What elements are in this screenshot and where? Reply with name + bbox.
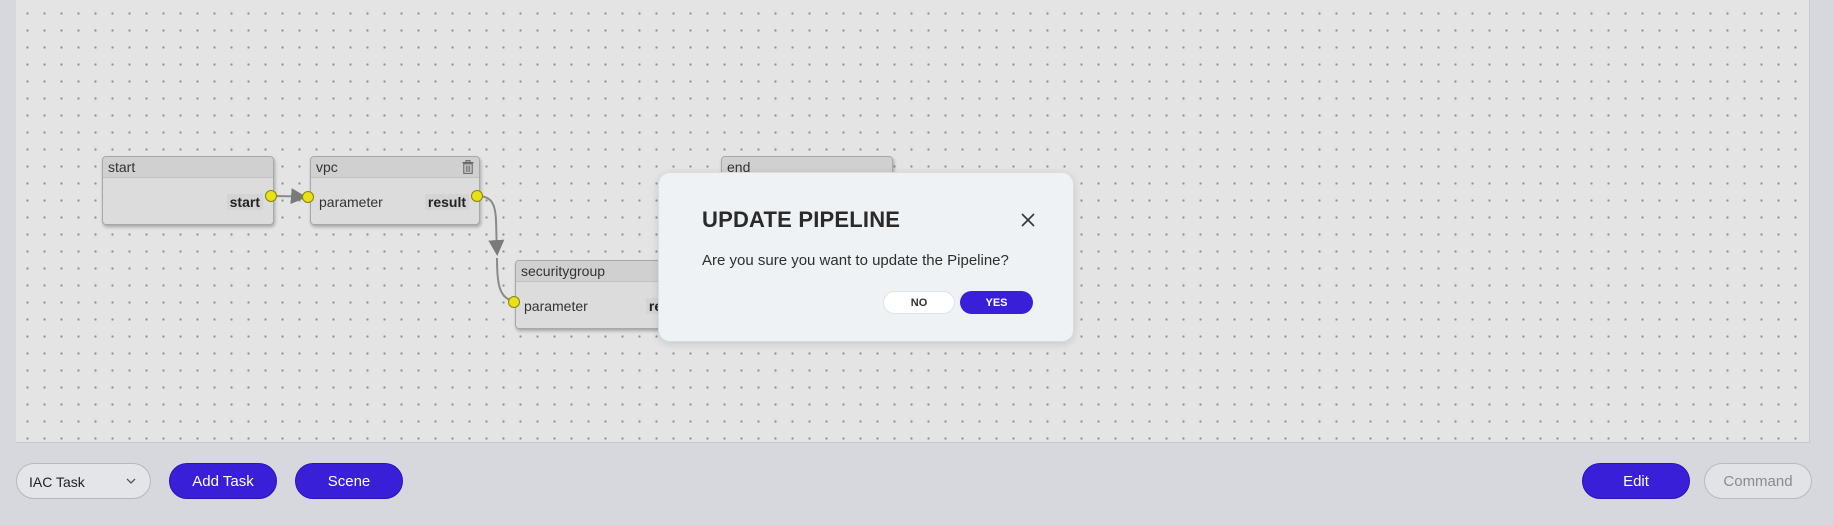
node-title: vpc xyxy=(316,159,338,175)
output-port[interactable] xyxy=(471,190,483,202)
no-button[interactable]: NO xyxy=(883,291,955,314)
input-port[interactable] xyxy=(508,296,520,308)
yes-button[interactable]: YES xyxy=(960,291,1033,314)
task-type-select[interactable]: IAC Task xyxy=(16,463,151,499)
input-port-label: parameter xyxy=(524,298,588,314)
output-port-label: result xyxy=(424,194,469,210)
dialog-message: Are you sure you want to update the Pipe… xyxy=(702,252,1009,269)
output-port-label: start xyxy=(226,194,263,210)
node-vpc[interactable]: vpc parameter result xyxy=(310,156,480,225)
task-type-value: IAC Task xyxy=(29,474,85,490)
chevron-down-icon xyxy=(126,478,136,484)
node-start[interactable]: start start xyxy=(102,156,274,225)
edit-button[interactable]: Edit xyxy=(1582,463,1690,499)
input-port-label: parameter xyxy=(319,194,383,210)
scene-button[interactable]: Scene xyxy=(295,463,403,499)
dialog-title: UPDATE PIPELINE xyxy=(702,207,901,232)
add-task-button[interactable]: Add Task xyxy=(169,463,277,499)
update-pipeline-dialog: UPDATE PIPELINE Are you sure you want to… xyxy=(658,172,1074,342)
node-title: start xyxy=(103,157,273,178)
input-port[interactable] xyxy=(302,191,314,203)
trash-icon[interactable] xyxy=(462,160,474,174)
close-icon[interactable] xyxy=(1020,212,1036,228)
command-button[interactable]: Command xyxy=(1704,463,1812,499)
output-port[interactable] xyxy=(265,190,277,202)
